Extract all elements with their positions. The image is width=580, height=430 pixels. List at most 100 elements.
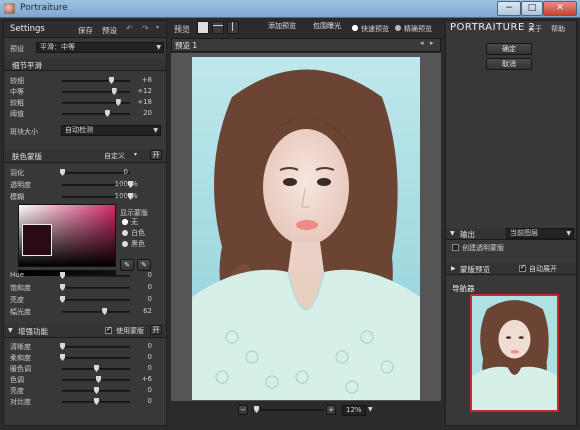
navigator-thumbnail[interactable] [470,294,559,412]
color-picker-marker[interactable] [22,224,52,256]
slider-value: 0 [147,386,152,394]
slider-thumb[interactable] [60,284,65,291]
slider-thumb[interactable] [108,77,114,84]
slider-track[interactable] [62,299,130,301]
cancel-button[interactable]: 取消 [486,58,532,70]
eyedropper-icon[interactable]: ✎ [120,259,134,271]
slider-thumb[interactable] [60,296,65,303]
history-dropdown-icon[interactable]: ▾ [156,24,159,31]
zoom-out-button[interactable]: − [238,405,248,415]
use-mask-label: 使用蒙版 [116,327,144,335]
split-horizontal-icon[interactable] [212,21,224,34]
slider-thumb[interactable] [94,387,99,394]
auto-expand-checkbox[interactable] [519,263,526,272]
detail-smoothing-header[interactable]: 细节平滑 [4,59,166,71]
precise-preview-radio[interactable] [395,25,401,31]
portrait-image [192,57,420,400]
create-transparent-mask-checkbox[interactable] [452,244,459,251]
maximize-button[interactable]: □ [521,1,543,16]
zoom-in-button[interactable]: + [326,405,336,415]
redo-icon[interactable]: ↷ [142,24,149,33]
expand-triangle-icon[interactable]: ▶ [451,265,456,272]
slider-value: +8 [141,76,152,84]
settings-panel: Settings 保存 预设 ↶ ↷ ▾ 预设 平滑：中等 ▼ 细节平滑 较细 +… [3,20,167,426]
mask-display-none-radio[interactable] [122,219,128,225]
slider-value: 0 [123,168,128,176]
slider-thumb[interactable] [94,365,99,372]
collapse-triangle-icon[interactable]: ▼ [8,327,13,334]
slider-value: 62 [143,307,152,315]
tab-prev-icon[interactable]: ◂ [420,39,424,47]
slider-label: 较细 [10,77,24,85]
slider-thumb[interactable] [111,88,117,95]
slider-thumb[interactable] [60,169,65,176]
mask-preview-header[interactable]: ▶ 蒙版预览 自动展开 [446,263,576,275]
slider-thumb[interactable] [96,376,102,383]
chevron-down-icon[interactable]: ▾ [134,151,137,158]
auto-expand-label: 自动展开 [529,265,557,273]
save-button[interactable]: 保存 [78,25,93,36]
mask-display-black-radio[interactable] [122,241,128,247]
settings-header: Settings 保存 预设 ↶ ↷ ▾ [4,21,166,38]
detail-smoothing-title: 细节平滑 [12,61,42,70]
bracket-exposure-button[interactable]: 包围曝光 [308,21,346,34]
slider-track[interactable] [62,275,130,277]
slider-unit: % [131,192,138,200]
slider-track[interactable] [62,113,130,115]
undo-icon[interactable]: ↶ [126,24,133,33]
tab-next-icon[interactable]: ▸ [430,39,434,47]
preview-tab-1[interactable]: 预览 1 [175,40,197,51]
slider-label: 饱和度 [10,284,31,292]
slider-value: 0 [147,342,152,350]
slider-thumb[interactable] [60,354,65,361]
slider-label: 色调 [10,376,24,384]
split-vertical-icon[interactable] [227,21,239,34]
slider-track[interactable] [62,287,130,289]
title-bar[interactable]: Portraiture − □ ✕ [0,0,580,18]
preset-select[interactable]: 平滑：中等 ▼ [36,42,164,53]
slider-thumb[interactable] [115,99,121,106]
skin-mask-toggle[interactable]: 开 [150,150,162,160]
slider-value: 100 [114,192,128,200]
portrait-photo[interactable] [192,57,420,400]
slider-thumb[interactable] [60,272,65,279]
mask-mode-select[interactable]: 自定义 [104,151,125,161]
eyedropper-add-icon[interactable]: ✎ [137,259,151,271]
chevron-down-icon[interactable]: ▼ [368,406,373,413]
enhancements-toggle[interactable]: 开 [150,325,162,335]
mask-display-none-label: 无 [131,218,138,226]
collapse-triangle-icon[interactable]: ▼ [450,230,455,237]
ok-button[interactable]: 确定 [486,43,532,55]
slider-label: 透明度 [10,181,31,189]
slider-thumb[interactable] [104,110,110,117]
output-target-value: 当前图层 [510,229,538,237]
output-target-select[interactable]: 当前图层 ▼ [506,228,574,239]
slider-value: 100 [114,180,128,188]
slider-track[interactable] [62,346,130,348]
slider-thumb[interactable] [102,308,108,315]
add-preview-button[interactable]: 添加预览 [262,21,302,34]
skin-mask-header[interactable]: 肤色蒙版 自定义 ▾ 开 [4,149,166,163]
slider-thumb[interactable] [94,398,99,405]
help-link[interactable]: 帮助 [551,24,565,34]
settings-title: Settings [10,24,45,34]
mask-display-white-radio[interactable] [122,230,128,236]
slider-track[interactable] [62,91,130,93]
minimize-button[interactable]: − [497,1,521,16]
slider-track[interactable] [62,379,130,381]
slider-thumb[interactable] [60,343,65,350]
zoom-slider-track[interactable] [252,409,324,411]
single-view-icon[interactable] [197,21,209,34]
patch-size-select[interactable]: 自动检测 ▼ [61,125,161,136]
chevron-down-icon: ▼ [156,44,161,51]
close-button[interactable]: ✕ [543,1,577,16]
slider-track[interactable] [62,311,130,313]
fast-preview-radio[interactable] [352,25,358,31]
about-link[interactable]: 关于 [528,24,542,34]
use-mask-checkbox[interactable] [105,325,112,334]
enhancements-header[interactable]: ▼ 增强功能 使用蒙版 开 [4,324,166,338]
zoom-level-select[interactable]: 12% [342,405,366,416]
slider-track[interactable] [62,80,130,82]
slider-track[interactable] [62,357,130,359]
preset-button[interactable]: 预设 [102,25,117,36]
